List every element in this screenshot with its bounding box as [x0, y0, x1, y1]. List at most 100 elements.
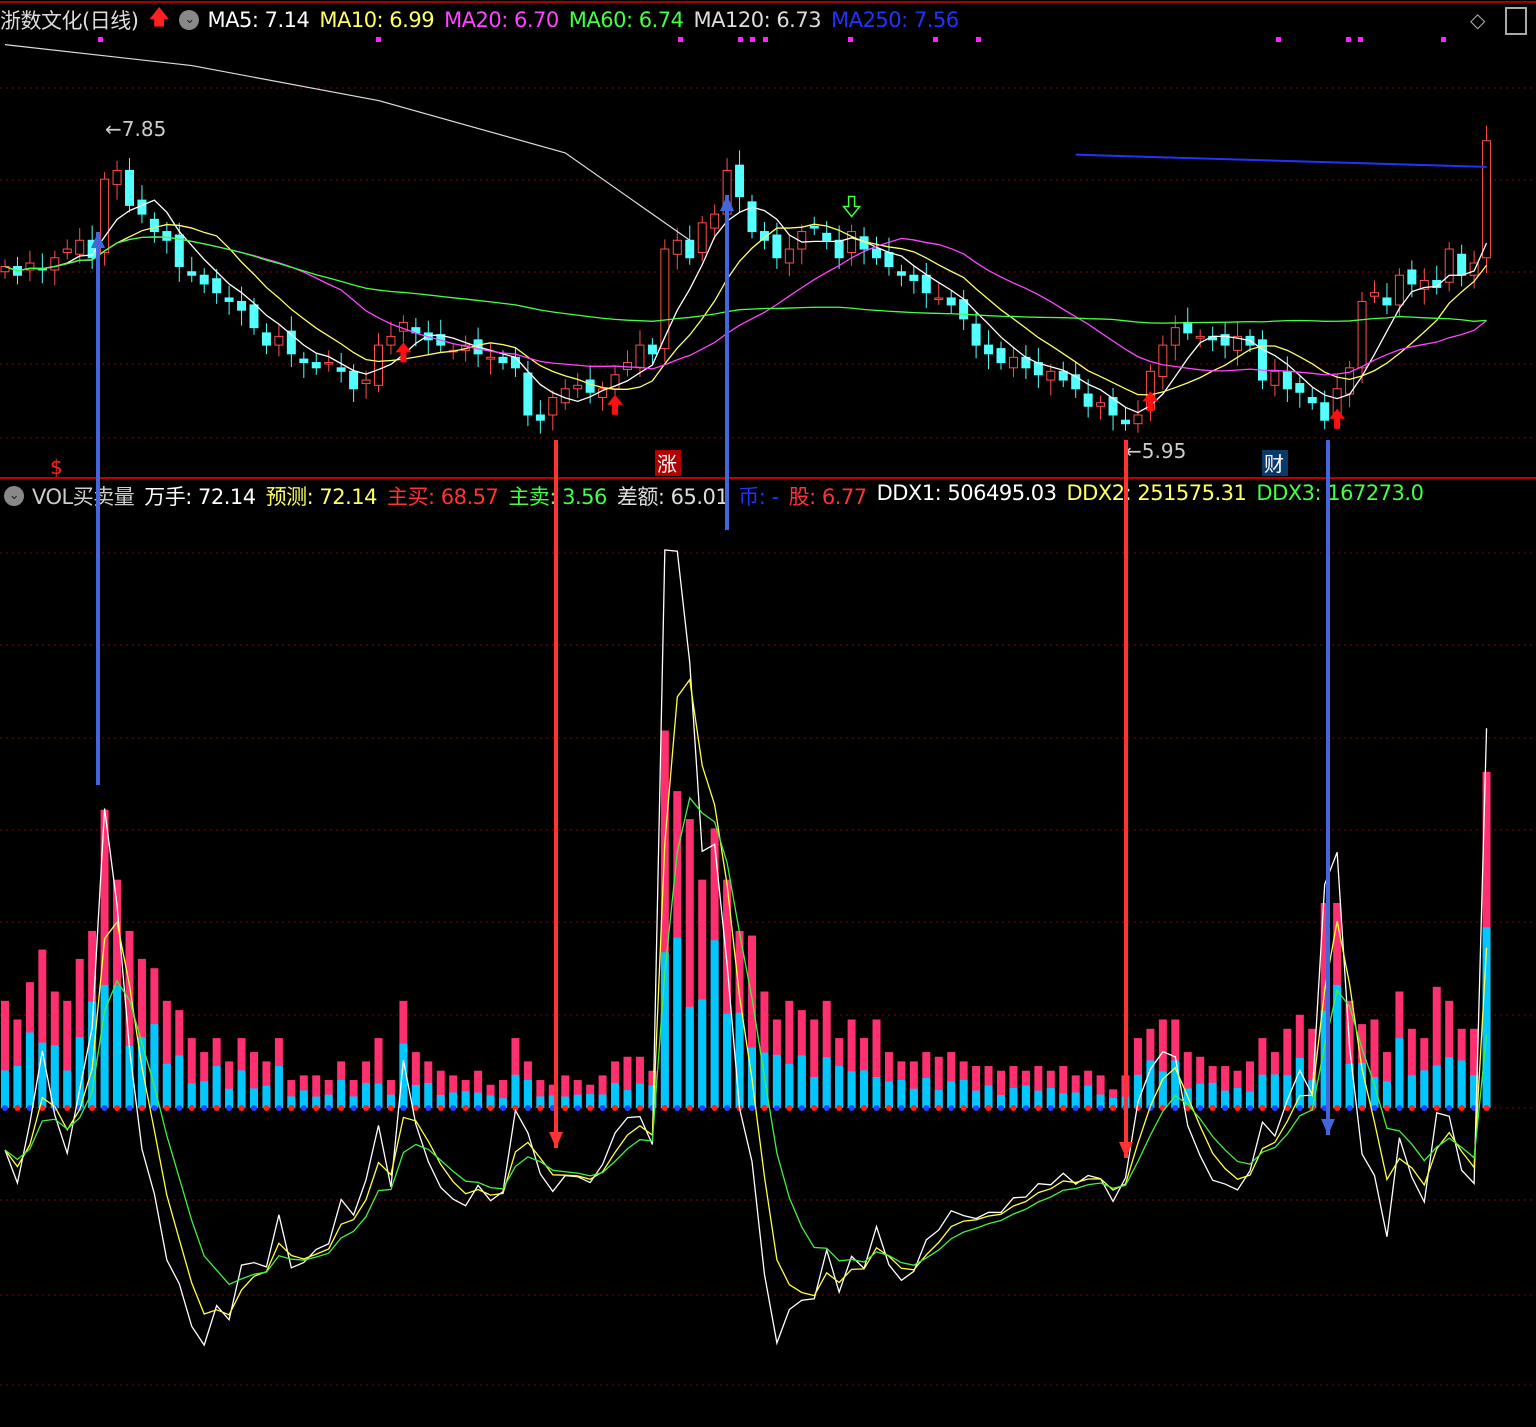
buy-volume-bar	[523, 1080, 532, 1108]
buy-volume-bar	[947, 1081, 956, 1108]
marker-cai: 财	[1264, 452, 1284, 476]
candle-body	[896, 271, 906, 276]
buy-volume-bar	[735, 1012, 744, 1108]
buy-volume-bar	[847, 1071, 856, 1108]
buy-volume-bar	[125, 1046, 134, 1108]
volume-marker	[935, 1105, 942, 1111]
volume-marker	[761, 1105, 768, 1111]
buy-volume-bar	[860, 1070, 869, 1108]
volume-marker	[1383, 1105, 1390, 1111]
volume-marker	[1408, 1105, 1415, 1111]
candle-body	[149, 218, 159, 233]
volume-marker	[1334, 1105, 1341, 1111]
candle-body	[921, 274, 931, 294]
volume-marker	[885, 1105, 892, 1111]
buy-volume-bar	[274, 1066, 283, 1108]
volume-marker	[1346, 1105, 1353, 1111]
volume-marker	[1060, 1105, 1067, 1111]
volume-marker	[1222, 1105, 1229, 1111]
candle-body	[772, 234, 782, 259]
ma5-line	[4, 199, 1488, 414]
candle-body	[647, 344, 657, 355]
buy-volume-bar	[772, 1054, 781, 1108]
stock-chart[interactable]: ←7.85 ←5.95 $ 涨 财	[0, 0, 1536, 1427]
marker-s: $	[50, 455, 63, 479]
candle-body	[872, 248, 881, 259]
candle-body	[50, 257, 60, 271]
candle-body	[1407, 269, 1417, 285]
candle-body	[535, 414, 545, 421]
volume-marker	[412, 1105, 419, 1111]
volume-marker	[163, 1105, 170, 1111]
arrowhead-icon	[1321, 1119, 1335, 1135]
buy-volume-bar	[411, 1084, 420, 1108]
volume-marker	[898, 1105, 905, 1111]
buy-volume-bar	[884, 1081, 893, 1108]
volume-marker	[1097, 1105, 1104, 1111]
buy-arrow-icon	[607, 394, 624, 415]
volume-marker	[363, 1105, 370, 1111]
candle-body	[623, 362, 632, 371]
buy-volume-bar	[810, 1077, 819, 1108]
volume-marker	[811, 1105, 818, 1111]
candle-body	[884, 252, 894, 267]
buy-volume-bar	[374, 1083, 383, 1108]
buy-volume-bar	[797, 1055, 806, 1108]
buy-volume-bar	[200, 1081, 209, 1108]
volume-marker	[749, 1105, 755, 1111]
buy-arrow-icon	[1329, 408, 1346, 429]
candle-body	[75, 239, 85, 255]
candle-body	[809, 225, 819, 229]
candle-body	[224, 297, 234, 302]
volume-marker	[873, 1105, 880, 1111]
candle-body	[697, 222, 707, 254]
volume-marker	[188, 1105, 195, 1111]
buy-volume-bar	[1395, 1038, 1404, 1108]
candle-body	[735, 164, 745, 198]
buy-volume-bar	[897, 1080, 906, 1108]
buy-volume-bar	[822, 1057, 831, 1108]
candle-body	[560, 388, 570, 404]
volume-marker	[686, 1105, 693, 1111]
candle-body	[585, 379, 595, 393]
buy-volume-bar	[635, 1083, 644, 1108]
candle-body	[710, 213, 720, 229]
buy-volume-bar	[1420, 1070, 1429, 1108]
volume-marker	[1446, 1105, 1453, 1111]
buy-volume-bar	[511, 1074, 520, 1108]
volume-marker	[786, 1105, 793, 1111]
candle-body	[274, 335, 284, 346]
signal-dot	[738, 37, 743, 42]
ma250-line	[1075, 153, 1487, 168]
buy-volume-bar	[698, 999, 707, 1108]
buy-volume-bar	[611, 1082, 620, 1108]
arrowhead-icon	[720, 195, 734, 211]
volume-marker	[1022, 1105, 1029, 1111]
volume-marker	[251, 1105, 257, 1111]
candle-body	[237, 300, 247, 311]
buy-volume-bar	[162, 1063, 171, 1108]
candle-body	[336, 367, 346, 372]
candle-body	[361, 379, 371, 385]
volume-marker	[1010, 1105, 1017, 1111]
volume-marker	[1085, 1105, 1092, 1111]
candle-body	[946, 297, 956, 306]
candle-body	[324, 362, 334, 365]
volume-marker	[300, 1105, 307, 1111]
volume-marker	[910, 1105, 917, 1111]
buy-volume-bar	[1283, 1075, 1292, 1108]
volume-marker	[861, 1105, 868, 1111]
volume-marker	[612, 1105, 619, 1111]
volume-marker	[661, 1105, 668, 1111]
candle-body	[909, 274, 919, 281]
signal-dot	[1358, 37, 1363, 42]
volume-marker	[1072, 1105, 1079, 1111]
candle-body	[635, 344, 645, 369]
candle-body	[510, 356, 520, 369]
candle-body	[299, 358, 309, 364]
volume-marker	[1433, 1105, 1440, 1111]
volume-marker	[1172, 1105, 1179, 1111]
candle-body	[784, 248, 794, 264]
volume-marker	[823, 1105, 830, 1111]
volume-marker	[101, 1105, 108, 1111]
